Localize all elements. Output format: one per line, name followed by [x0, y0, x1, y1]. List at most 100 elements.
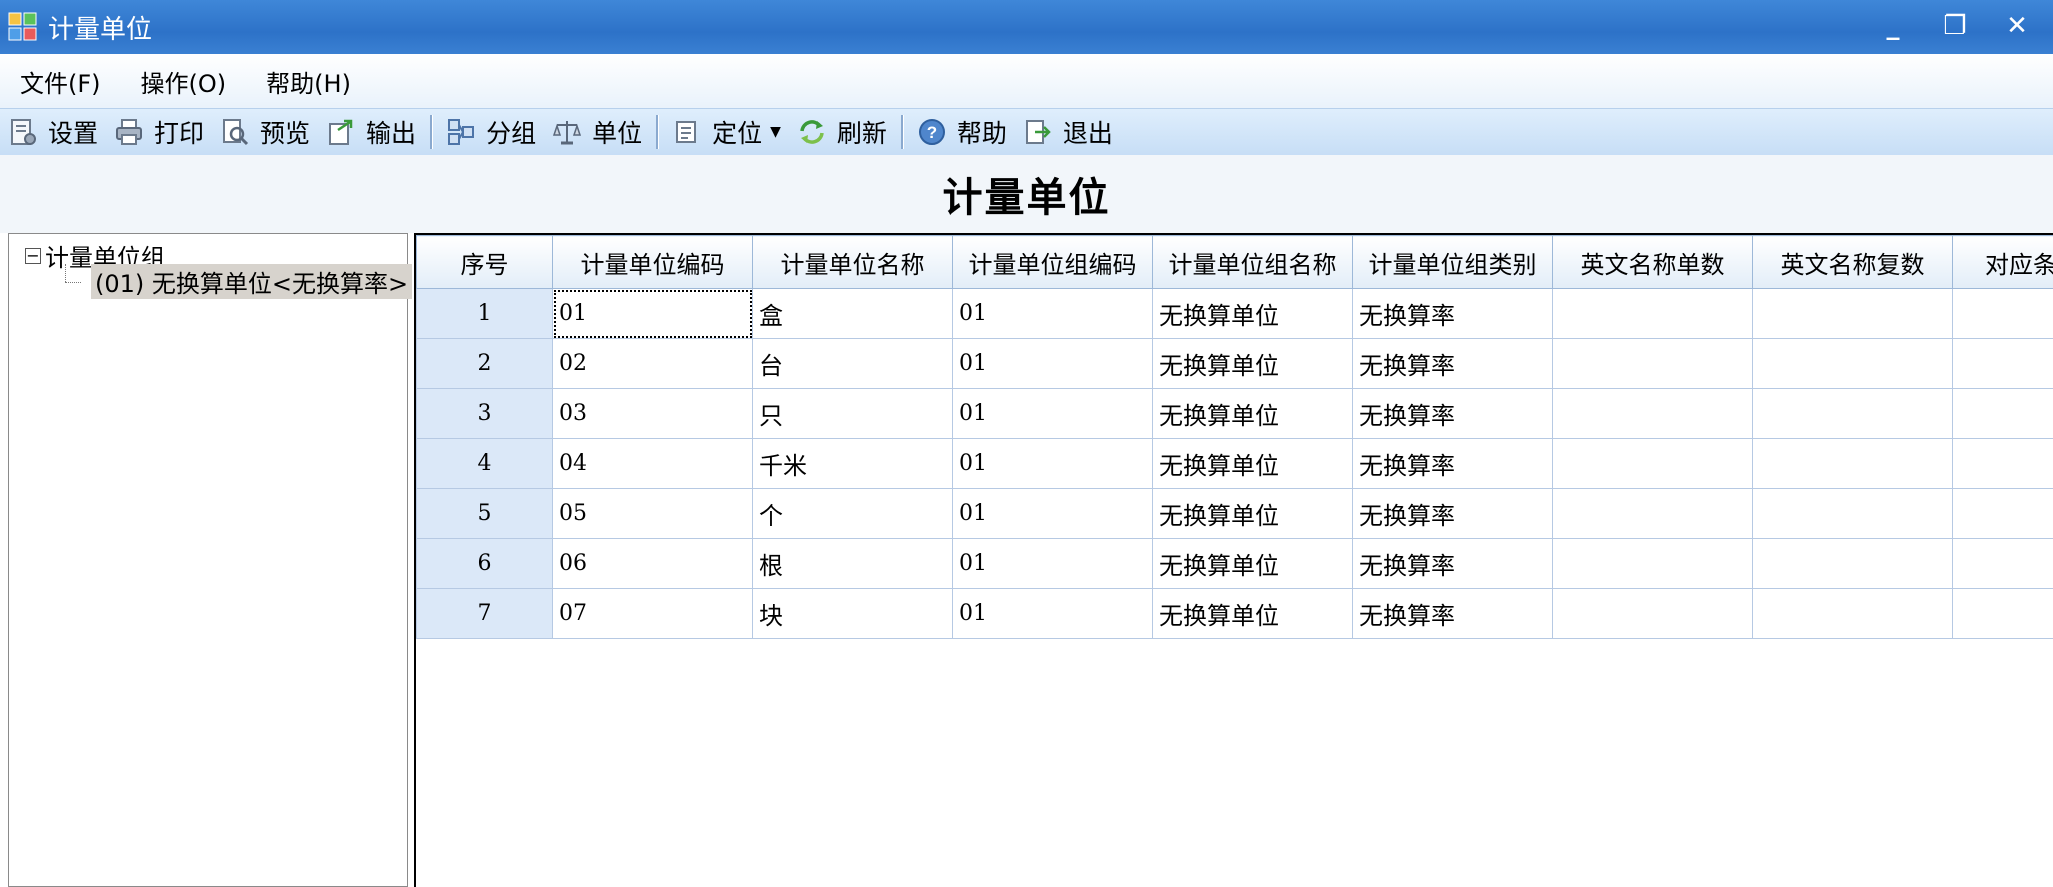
- column-header[interactable]: 序号: [416, 235, 553, 289]
- close-button[interactable]: ✕: [1999, 8, 2035, 44]
- table-cell[interactable]: 01: [952, 338, 1153, 389]
- table-cell[interactable]: 06: [552, 538, 753, 589]
- table-cell[interactable]: [1552, 288, 1753, 339]
- table-cell[interactable]: 07: [552, 588, 753, 639]
- minimize-button[interactable]: _: [1875, 8, 1911, 44]
- table-cell[interactable]: [1752, 588, 1953, 639]
- print-button[interactable]: 打印: [114, 112, 204, 152]
- table-cell[interactable]: 无换算单位: [1152, 338, 1353, 389]
- table-cell[interactable]: 无换算率: [1352, 488, 1553, 539]
- settings-button[interactable]: 设置: [8, 112, 98, 152]
- refresh-button[interactable]: 刷新: [797, 112, 887, 152]
- table-row[interactable]: 7 07 块 01 无换算单位 无换算率: [416, 588, 2053, 639]
- table-cell[interactable]: 台: [752, 338, 953, 389]
- tree-collapse-icon[interactable]: −: [25, 247, 41, 264]
- table-cell[interactable]: 1: [416, 288, 553, 339]
- table-cell[interactable]: 01: [952, 488, 1153, 539]
- table-cell[interactable]: 03: [552, 388, 753, 439]
- table-cell[interactable]: 01: [952, 588, 1153, 639]
- column-header[interactable]: 计量单位组编码: [952, 235, 1153, 289]
- table-cell[interactable]: 无换算率: [1352, 288, 1553, 339]
- table-cell[interactable]: 7: [416, 588, 553, 639]
- table-cell[interactable]: 无换算单位: [1152, 288, 1353, 339]
- table-cell[interactable]: 01: [952, 288, 1153, 339]
- table-cell[interactable]: [1952, 388, 2053, 439]
- table-cell[interactable]: [1952, 588, 2053, 639]
- table-cell[interactable]: 5: [416, 488, 553, 539]
- table-cell[interactable]: [1552, 338, 1753, 389]
- table-cell[interactable]: 无换算率: [1352, 438, 1553, 489]
- help-button[interactable]: ? 帮助: [917, 112, 1007, 152]
- chevron-down-icon[interactable]: ▼: [770, 124, 781, 140]
- help-label: 帮助: [956, 119, 1007, 148]
- table-cell[interactable]: [1752, 388, 1953, 439]
- table-row[interactable]: 2 02 台 01 无换算单位 无换算率: [416, 338, 2053, 389]
- menu-help[interactable]: 帮助(H): [262, 62, 355, 101]
- table-row[interactable]: 6 06 根 01 无换算单位 无换算率: [416, 538, 2053, 589]
- table-cell[interactable]: 05: [552, 488, 753, 539]
- table-cell[interactable]: 个: [752, 488, 953, 539]
- table-cell[interactable]: 无换算单位: [1152, 538, 1353, 589]
- table-cell[interactable]: 01: [952, 438, 1153, 489]
- table-cell[interactable]: [1952, 488, 2053, 539]
- table-cell[interactable]: 无换算率: [1352, 538, 1553, 589]
- column-header[interactable]: 英文名称复数: [1752, 235, 1953, 289]
- table-cell[interactable]: 6: [416, 538, 553, 589]
- table-cell[interactable]: 无换算单位: [1152, 438, 1353, 489]
- table-row[interactable]: 1 01 盒 01 无换算单位 无换算率: [416, 288, 2053, 339]
- table-cell[interactable]: 4: [416, 438, 553, 489]
- column-header[interactable]: 计量单位组类别: [1352, 235, 1553, 289]
- preview-icon: [223, 119, 249, 146]
- table-cell[interactable]: [1752, 488, 1953, 539]
- table-cell[interactable]: 2: [416, 338, 553, 389]
- table-cell[interactable]: 无换算率: [1352, 338, 1553, 389]
- table-cell[interactable]: [1552, 538, 1753, 589]
- group-button[interactable]: 分组: [446, 112, 536, 152]
- table-cell[interactable]: 根: [752, 538, 953, 589]
- column-header[interactable]: 计量单位组名称: [1152, 235, 1353, 289]
- table-row[interactable]: 5 05 个 01 无换算单位 无换算率: [416, 488, 2053, 539]
- table-cell[interactable]: 只: [752, 388, 953, 439]
- table-cell[interactable]: [1552, 588, 1753, 639]
- table-cell[interactable]: 04: [552, 438, 753, 489]
- table-cell[interactable]: 无换算单位: [1152, 588, 1353, 639]
- table-row[interactable]: 3 03 只 01 无换算单位 无换算率: [416, 388, 2053, 439]
- tree-item-no-conversion-unit[interactable]: (01) 无换算单位<无换算率>: [91, 264, 413, 299]
- table-row[interactable]: 4 04 千米 01 无换算单位 无换算率: [416, 438, 2053, 489]
- table-cell[interactable]: 无换算单位: [1152, 488, 1353, 539]
- column-header[interactable]: 英文名称单数: [1552, 235, 1753, 289]
- table-cell[interactable]: 01: [952, 388, 1153, 439]
- table-cell[interactable]: [1752, 538, 1953, 589]
- restore-button[interactable]: ❐: [1937, 8, 1973, 44]
- export-button[interactable]: 输出: [326, 112, 416, 152]
- menu-operation[interactable]: 操作(O): [137, 62, 231, 101]
- table-cell[interactable]: 无换算率: [1352, 388, 1553, 439]
- exit-button[interactable]: 退出: [1023, 112, 1113, 152]
- table-cell[interactable]: 块: [752, 588, 953, 639]
- locate-button[interactable]: 定位 ▼: [672, 112, 781, 152]
- table-cell[interactable]: 3: [416, 388, 553, 439]
- menu-file[interactable]: 文件(F): [16, 62, 105, 101]
- column-header[interactable]: 计量单位名称: [752, 235, 953, 289]
- preview-button[interactable]: 预览: [220, 112, 310, 152]
- table-cell[interactable]: [1952, 438, 2053, 489]
- table-cell[interactable]: [1552, 388, 1753, 439]
- table-cell[interactable]: [1552, 438, 1753, 489]
- table-cell[interactable]: 千米: [752, 438, 953, 489]
- column-header[interactable]: 计量单位编码: [552, 235, 753, 289]
- table-cell[interactable]: 01: [952, 538, 1153, 589]
- table-cell[interactable]: 02: [552, 338, 753, 389]
- table-cell[interactable]: [1752, 288, 1953, 339]
- table-cell[interactable]: 无换算率: [1352, 588, 1553, 639]
- table-cell[interactable]: [1552, 488, 1753, 539]
- table-cell[interactable]: 盒: [752, 288, 953, 339]
- column-header[interactable]: 对应条: [1952, 235, 2053, 289]
- table-cell[interactable]: 无换算单位: [1152, 388, 1353, 439]
- table-cell[interactable]: 01: [552, 288, 753, 339]
- table-cell[interactable]: [1952, 288, 2053, 339]
- table-cell[interactable]: [1752, 438, 1953, 489]
- table-cell[interactable]: [1952, 338, 2053, 389]
- table-cell[interactable]: [1952, 538, 2053, 589]
- table-cell[interactable]: [1752, 338, 1953, 389]
- unit-button[interactable]: 单位: [552, 112, 642, 152]
